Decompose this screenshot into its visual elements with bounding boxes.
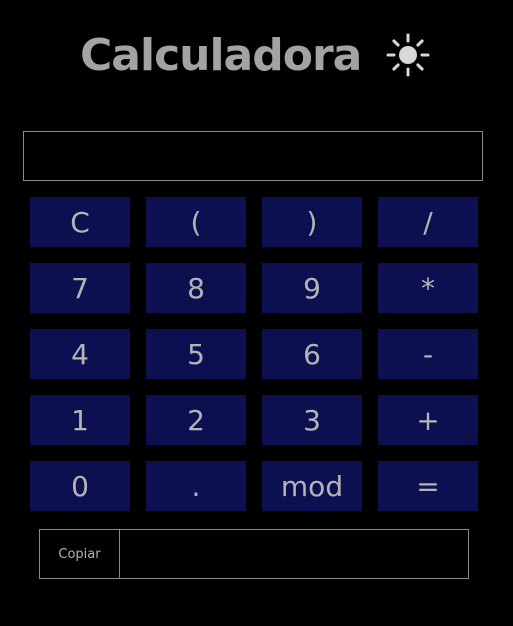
key-8[interactable]: 8 bbox=[146, 263, 246, 313]
key-6[interactable]: 6 bbox=[262, 329, 362, 379]
key-divide[interactable]: / bbox=[378, 197, 478, 247]
key-open-paren[interactable]: ( bbox=[146, 197, 246, 247]
keypad: C ( ) / 7 8 9 * 4 5 6 - 1 2 3 + 0 . mod … bbox=[30, 197, 478, 511]
key-1[interactable]: 1 bbox=[30, 395, 130, 445]
key-2[interactable]: 2 bbox=[146, 395, 246, 445]
key-9[interactable]: 9 bbox=[262, 263, 362, 313]
display-input[interactable] bbox=[23, 131, 483, 181]
page-title: Calculadora bbox=[80, 30, 362, 81]
copy-button[interactable]: Copiar bbox=[40, 530, 120, 578]
key-3[interactable]: 3 bbox=[262, 395, 362, 445]
key-mod[interactable]: mod bbox=[262, 461, 362, 511]
theme-toggle-button[interactable] bbox=[386, 33, 430, 77]
key-0[interactable]: 0 bbox=[30, 461, 130, 511]
key-4[interactable]: 4 bbox=[30, 329, 130, 379]
key-multiply[interactable]: * bbox=[378, 263, 478, 313]
calculator-app: Calculadora C ( ) / 7 8 9 * 4 5 6 - 1 2 … bbox=[0, 0, 513, 626]
key-5[interactable]: 5 bbox=[146, 329, 246, 379]
key-subtract[interactable]: - bbox=[378, 329, 478, 379]
copy-result-field[interactable] bbox=[120, 530, 468, 578]
copy-row: Copiar bbox=[39, 529, 469, 579]
key-equals[interactable]: = bbox=[378, 461, 478, 511]
key-close-paren[interactable]: ) bbox=[262, 197, 362, 247]
key-7[interactable]: 7 bbox=[30, 263, 130, 313]
key-decimal[interactable]: . bbox=[146, 461, 246, 511]
sun-icon bbox=[386, 33, 430, 77]
key-add[interactable]: + bbox=[378, 395, 478, 445]
key-clear[interactable]: C bbox=[30, 197, 130, 247]
